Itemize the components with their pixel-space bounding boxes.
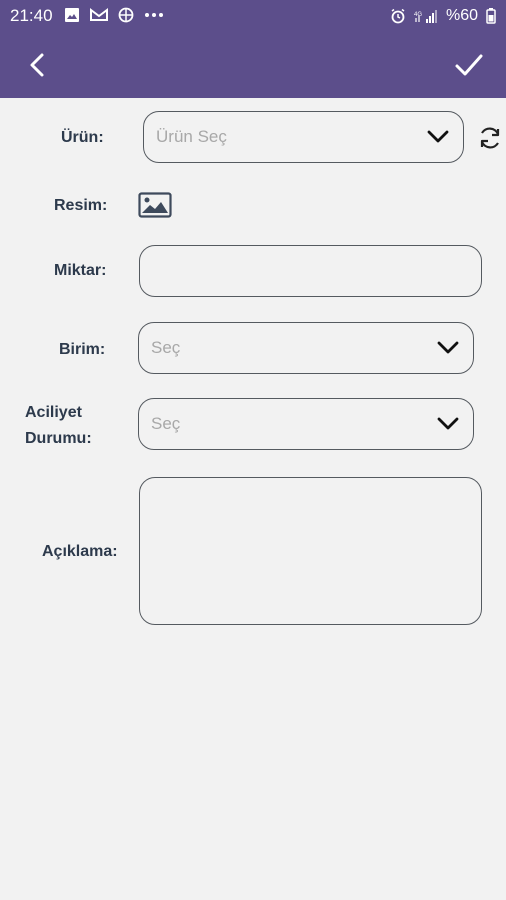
save-button[interactable] xyxy=(452,48,486,82)
chevron-down-icon xyxy=(437,417,459,430)
refresh-icon[interactable] xyxy=(477,125,503,151)
urgency-label-line2: Durumu: xyxy=(25,430,92,447)
description-label: Açıklama: xyxy=(42,543,118,560)
image-picker-icon[interactable] xyxy=(138,192,172,218)
battery-icon xyxy=(486,8,496,24)
chevron-down-icon xyxy=(427,130,449,143)
vpn-icon xyxy=(118,7,134,23)
back-button[interactable] xyxy=(22,49,54,81)
signal-icon: 4G xyxy=(414,10,437,23)
urgency-select[interactable]: Seç xyxy=(138,398,474,450)
status-right-icons: 4G %60 xyxy=(390,7,496,25)
unit-label: Birim: xyxy=(59,341,106,358)
app-bar xyxy=(0,32,506,98)
quantity-field[interactable] xyxy=(152,246,474,298)
mail-icon xyxy=(90,8,108,21)
alarm-icon xyxy=(391,8,405,24)
unit-placeholder: Seç xyxy=(151,338,181,357)
quantity-label: Miktar: xyxy=(54,262,107,279)
battery-percent: %60 xyxy=(445,7,478,24)
more-dots-icon xyxy=(145,13,163,17)
chevron-down-icon xyxy=(437,341,459,354)
unit-select[interactable]: Seç xyxy=(138,322,474,374)
chevron-left-icon xyxy=(30,53,44,77)
description-textarea[interactable] xyxy=(139,477,482,625)
status-bar: 21:40 4G %60 xyxy=(0,0,506,32)
status-left-icons xyxy=(64,7,164,23)
product-label: Ürün: xyxy=(61,129,104,146)
status-time: 21:40 xyxy=(10,6,53,25)
product-placeholder: Ürün Seç xyxy=(156,127,227,146)
svg-text:4G: 4G xyxy=(414,12,422,18)
quantity-input[interactable] xyxy=(139,245,482,298)
image-label: Resim: xyxy=(54,197,108,214)
check-icon xyxy=(455,54,483,76)
urgency-placeholder: Seç xyxy=(151,414,181,433)
urgency-label-line1: Aciliyet xyxy=(25,404,82,421)
product-select[interactable]: Ürün Seç xyxy=(143,111,464,163)
description-field[interactable] xyxy=(150,486,474,618)
gallery-icon xyxy=(65,8,79,22)
